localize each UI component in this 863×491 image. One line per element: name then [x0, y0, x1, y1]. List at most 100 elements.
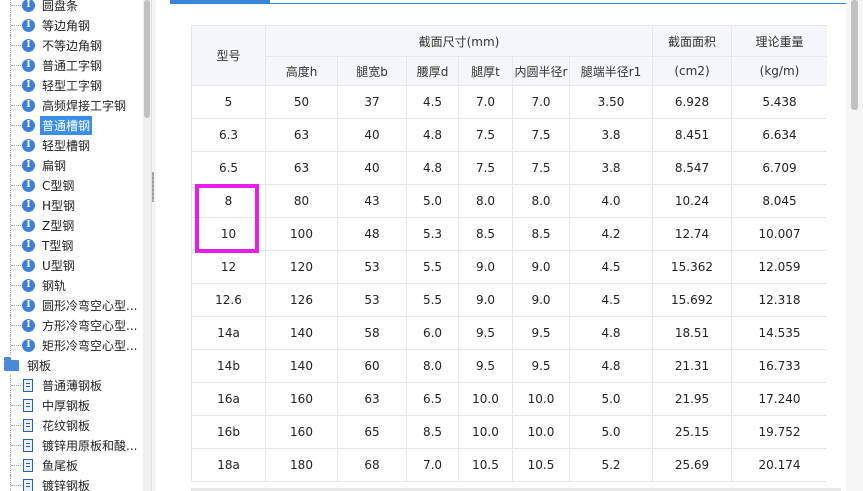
cell-height: 160: [265, 415, 338, 449]
tree-item[interactable]: I U型钢: [0, 255, 143, 275]
table-row[interactable]: 14a 140 58 6.0 9.5 9.5 4.8 18.51 14.535: [191, 316, 827, 350]
tree-item[interactable]: I 扁钢: [0, 155, 143, 175]
cell-inner-radius: 9.0: [512, 283, 570, 317]
header-weight: 理论重量: [731, 25, 827, 57]
tree-scrollbar-thumb[interactable]: [144, 0, 150, 118]
cell-area: 6.928: [652, 85, 732, 119]
cell-flange-thickness: 9.5: [458, 316, 513, 350]
tree-item[interactable]: I 高频焊接工字钢: [0, 95, 143, 115]
tree-connector: [11, 105, 21, 106]
tree-item[interactable]: I 不等边角钢: [0, 35, 143, 55]
tree-connector: [11, 405, 21, 406]
cell-flange-width: 43: [337, 184, 407, 218]
cell-inner-radius: 10.5: [512, 448, 570, 482]
tree-connector: [11, 25, 21, 26]
panel-splitter[interactable]: [151, 0, 156, 491]
info-icon: I: [22, 298, 35, 312]
info-icon: I: [22, 138, 35, 152]
tree-connector: [11, 445, 21, 446]
tree-item[interactable]: I 方形冷弯空心型...: [0, 315, 143, 335]
table-row[interactable]: 6.3 63 40 4.8 7.5 7.5 3.8 8.451 6.634: [191, 118, 827, 152]
cell-flange-width: 63: [337, 382, 407, 416]
tree-subitem[interactable]: 花纹钢板: [0, 415, 143, 435]
tree-folder-label: 钢板: [27, 358, 52, 373]
tab-underline: [270, 3, 853, 4]
table-row[interactable]: 16b 160 65 8.5 10.0 10.0 5.0 25.15 19.752: [191, 415, 827, 449]
cell-model: 18a: [191, 448, 266, 482]
tree-connector: [11, 345, 21, 346]
cell-end-radius: 4.0: [569, 184, 653, 218]
table-row[interactable]: 8 80 43 5.0 8.0 8.0 4.0 10.24 8.045: [191, 184, 827, 218]
tree-item-label: 扁钢: [42, 158, 67, 173]
cell-web-thickness: 4.5: [406, 85, 459, 119]
tree-item[interactable]: I 轻型槽钢: [0, 135, 143, 155]
tree-connector: [11, 465, 21, 466]
tree-scrollbar[interactable]: [143, 0, 151, 491]
cell-model: 6.5: [191, 151, 266, 185]
tree-item[interactable]: I C型钢: [0, 175, 143, 195]
tree-connector: [11, 185, 21, 186]
tree-connector: [11, 145, 21, 146]
tree-item[interactable]: I 轻型工字钢: [0, 75, 143, 95]
info-icon: I: [22, 38, 35, 52]
cell-web-thickness: 8.0: [406, 349, 459, 383]
info-icon: I: [22, 0, 35, 12]
table-row[interactable]: 5 50 37 4.5 7.0 7.0 3.50 6.928 5.438: [191, 85, 827, 119]
tree-item-label: 圆形冷弯空心型...: [42, 298, 138, 313]
tree-subitem[interactable]: 普通薄钢板: [0, 375, 143, 395]
cell-web-thickness: 5.5: [406, 250, 459, 284]
cell-flange-thickness: 10.0: [458, 415, 513, 449]
splitter-grip-icon[interactable]: [152, 172, 154, 202]
cell-flange-thickness: 10.0: [458, 382, 513, 416]
tree-subitem[interactable]: 镀锌钢板: [0, 475, 143, 491]
cell-area: 10.24: [652, 184, 732, 218]
tree-item[interactable]: I 圆盘条: [0, 0, 143, 15]
table-scrollbar-thumb[interactable]: [851, 0, 858, 110]
tree-subitem[interactable]: 镀锌用原板和酸...: [0, 435, 143, 455]
tree-item[interactable]: I T型钢: [0, 235, 143, 255]
cell-model: 6.3: [191, 118, 266, 152]
tree-item[interactable]: I 普通槽钢: [0, 115, 143, 135]
table-row[interactable]: 12.6 126 53 5.5 9.0 9.0 4.5 15.692 12.318: [191, 283, 827, 317]
table-row[interactable]: 12 120 53 5.5 9.0 9.0 4.5 15.362 12.059: [191, 250, 827, 284]
tree-folder-steel-plate[interactable]: 钢板: [0, 355, 53, 375]
cell-height: 120: [265, 250, 338, 284]
tree-item[interactable]: I 圆形冷弯空心型...: [0, 295, 143, 315]
document-icon: [23, 438, 33, 452]
cell-web-thickness: 5.0: [406, 184, 459, 218]
cell-area: 21.95: [652, 382, 732, 416]
cell-weight: 8.045: [731, 184, 827, 218]
cell-weight: 19.752: [731, 415, 827, 449]
table-row[interactable]: 16a 160 63 6.5 10.0 10.0 5.0 21.95 17.240: [191, 382, 827, 416]
tree-item[interactable]: I Z型钢: [0, 215, 143, 235]
tree-item[interactable]: I 矩形冷弯空心型...: [0, 335, 143, 355]
cell-height: 80: [265, 184, 338, 218]
tree-subitem[interactable]: 中厚钢板: [0, 395, 143, 415]
tree-guide-line: [10, 0, 11, 15]
header-flange-width: 腿宽b: [337, 56, 407, 86]
table-row[interactable]: 14b 140 60 8.0 9.5 9.5 4.8 21.31 16.733: [191, 349, 827, 383]
tree-connector: [11, 85, 21, 86]
cell-end-radius: 3.8: [569, 118, 653, 152]
cell-web-thickness: 6.5: [406, 382, 459, 416]
tree-subitem[interactable]: 鱼尾板: [0, 455, 143, 475]
tree-item[interactable]: I 钢轨: [0, 275, 143, 295]
tree-item[interactable]: I 等边角钢: [0, 15, 143, 35]
active-tab-indicator[interactable]: [170, 0, 270, 4]
tree-item[interactable]: I H型钢: [0, 195, 143, 215]
cell-end-radius: 5.0: [569, 382, 653, 416]
tree-item-label: 普通工字钢: [42, 58, 103, 73]
cell-height: 126: [265, 283, 338, 317]
cell-weight: 14.535: [731, 316, 827, 350]
cell-area: 8.451: [652, 118, 732, 152]
table-row[interactable]: 10 100 48 5.3 8.5 8.5 4.2 12.74 10.007: [191, 217, 827, 251]
table-scrollbar[interactable]: [846, 0, 863, 491]
cell-height: 140: [265, 349, 338, 383]
table-row[interactable]: 18a 180 68 7.0 10.5 10.5 5.2 25.69 20.174: [191, 448, 827, 482]
header-web-thickness: 腰厚d: [406, 56, 459, 86]
tree-item[interactable]: I 普通工字钢: [0, 55, 143, 75]
header-flange-thickness: 腿厚t: [458, 56, 513, 86]
cell-end-radius: 4.5: [569, 283, 653, 317]
cell-area: 8.547: [652, 151, 732, 185]
table-row[interactable]: 6.5 63 40 4.8 7.5 7.5 3.8 8.547 6.709: [191, 151, 827, 185]
